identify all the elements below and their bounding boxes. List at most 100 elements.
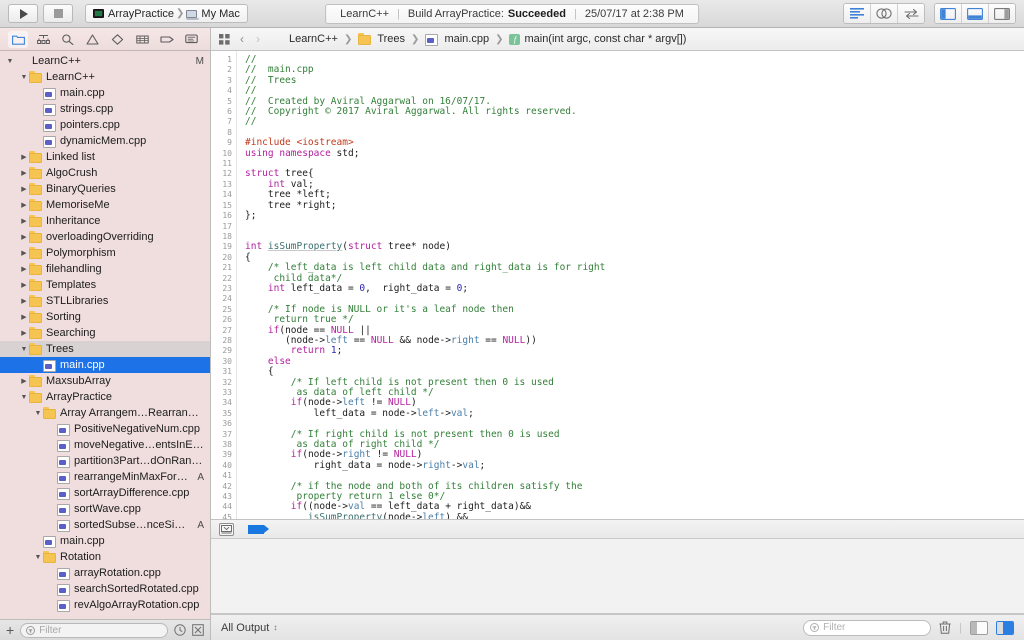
navigator-row[interactable]: sortedSubse…nceSize3.cpp A	[0, 517, 210, 533]
navigator-row[interactable]: revAlgoArrayRotation.cpp	[0, 597, 210, 613]
disclosure-triangle-icon[interactable]: ▶	[19, 265, 29, 273]
navigator-row[interactable]: dynamicMem.cpp	[0, 133, 210, 149]
source-control-filter-icon[interactable]	[192, 624, 204, 636]
navigator-row[interactable]: ▶ Polymorphism	[0, 245, 210, 261]
editor-mode-segmented[interactable]	[843, 3, 925, 24]
disclosure-triangle-icon[interactable]: ▶	[19, 169, 29, 177]
related-items-icon[interactable]	[219, 33, 230, 45]
disclosure-triangle-icon[interactable]: ▶	[19, 297, 29, 305]
disclosure-triangle-icon[interactable]: ▶	[19, 153, 29, 161]
assistant-editor-icon[interactable]	[871, 4, 898, 23]
tab-issue-navigator[interactable]	[83, 31, 103, 48]
show-console-view-button[interactable]	[996, 620, 1014, 635]
navigator-row[interactable]: ▶ Searching	[0, 325, 210, 341]
tab-project-navigator[interactable]	[8, 30, 29, 48]
navigator-row[interactable]: ▶ Linked list	[0, 149, 210, 165]
console-filter-field[interactable]: Filter	[803, 619, 932, 636]
navigator-row[interactable]: ▶ MaxsubArray	[0, 373, 210, 389]
navigator-row[interactable]: strings.cpp	[0, 101, 210, 117]
code-token: NULL	[388, 397, 411, 409]
navigator-filter-field[interactable]: Filter	[20, 622, 168, 638]
navigator-row[interactable]: ▼ LearnC++	[0, 69, 210, 85]
breadcrumb-item[interactable]: Trees	[358, 33, 405, 45]
activate-breakpoints-button[interactable]	[248, 524, 269, 534]
breadcrumb[interactable]: LearnC++ ❯ Trees ❯ main.cpp ❯ f main(int argc, …	[270, 33, 686, 46]
navigator-row[interactable]: ▶ overloadingOverriding	[0, 229, 210, 245]
navigate-back-button[interactable]: ‹	[238, 32, 246, 46]
disclosure-triangle-icon[interactable]: ▶	[19, 281, 29, 289]
navigate-forward-button[interactable]: ›	[254, 32, 262, 46]
disclosure-triangle-icon[interactable]: ▼	[33, 554, 43, 561]
disclosure-triangle-icon[interactable]: ▶	[19, 201, 29, 209]
navigator-row[interactable]: ▶ filehandling	[0, 261, 210, 277]
stop-button[interactable]	[43, 4, 73, 23]
tab-breakpoint-navigator[interactable]	[157, 31, 177, 48]
navigator-row[interactable]: sortWave.cpp	[0, 501, 210, 517]
show-variables-view-button[interactable]	[970, 620, 988, 635]
navigator-row[interactable]: arrayRotation.cpp	[0, 565, 210, 581]
version-editor-icon[interactable]	[898, 4, 924, 23]
navigator-row[interactable]: rearrangeMinMaxForm.cpp A	[0, 469, 210, 485]
code-token: isSumProperty	[267, 241, 343, 253]
navigator-row[interactable]: main.cpp	[0, 357, 210, 373]
navigator-row[interactable]: ▼ Array Arrangem…Rearrangement	[0, 405, 210, 421]
scheme-selector[interactable]: ArrayPractice ❯ My Mac	[85, 4, 248, 23]
view-toggles-segmented[interactable]	[934, 3, 1016, 24]
navigator-row[interactable]: pointers.cpp	[0, 117, 210, 133]
toggle-inspector-button[interactable]	[989, 4, 1015, 23]
source-editor[interactable]: 1 2 3 4 5 6 7 8 9 10 11 12 13 14 15 16 17 18 19 20 21 22 23 24 2…	[211, 51, 1024, 519]
disclosure-triangle-icon[interactable]: ▶	[19, 377, 29, 385]
breadcrumb-item[interactable]: main.cpp	[425, 33, 489, 46]
disclosure-triangle-icon[interactable]: ▼	[19, 394, 29, 401]
navigator-row[interactable]: ▼ LearnC++ M	[0, 53, 210, 69]
navigator-row[interactable]: main.cpp	[0, 85, 210, 101]
code-content[interactable]: //// main.cpp// Trees//// Created by Avi…	[237, 51, 1024, 519]
tab-debug-navigator[interactable]	[132, 31, 152, 48]
tab-symbol-navigator[interactable]	[58, 31, 78, 48]
disclosure-triangle-icon[interactable]: ▶	[19, 185, 29, 193]
disclosure-triangle-icon[interactable]: ▶	[19, 249, 29, 257]
navigator-row[interactable]: moveNegative…entsInEnd.cpp	[0, 437, 210, 453]
console-output-area[interactable]	[211, 539, 1024, 614]
navigator-row[interactable]: ▼ Rotation	[0, 549, 210, 565]
breadcrumb-item[interactable]: LearnC++	[270, 33, 338, 46]
navigator-row[interactable]: partition3Part…dOnRange.cpp	[0, 453, 210, 469]
navigator-row[interactable]: ▼ Trees	[0, 341, 210, 357]
activity-status-bar[interactable]: LearnC++ | Build ArrayPractice: Succeede…	[325, 3, 699, 24]
navigator-row[interactable]: ▶ Sorting	[0, 309, 210, 325]
hide-debug-area-button[interactable]	[219, 522, 234, 536]
disclosure-triangle-icon[interactable]: ▶	[19, 217, 29, 225]
disclosure-triangle-icon[interactable]: ▶	[19, 313, 29, 321]
standard-editor-icon[interactable]	[844, 4, 871, 23]
navigator-row[interactable]: ▶ Templates	[0, 277, 210, 293]
breadcrumb-item[interactable]: f main(int argc, const char * argv[])	[509, 33, 686, 45]
navigator-row[interactable]: ▼ ArrayPractice	[0, 389, 210, 405]
trash-icon[interactable]	[939, 621, 951, 634]
navigator-row[interactable]: ▶ BinaryQueries	[0, 181, 210, 197]
toggle-debug-area-button[interactable]	[962, 4, 989, 23]
navigator-row[interactable]: ▶ Inheritance	[0, 213, 210, 229]
output-scope-label[interactable]: All Output	[221, 622, 269, 634]
recent-files-filter-icon[interactable]	[174, 624, 186, 636]
disclosure-triangle-icon[interactable]: ▼	[19, 74, 29, 81]
tab-source-control-navigator[interactable]	[33, 31, 53, 48]
navigator-row[interactable]: main.cpp	[0, 533, 210, 549]
tab-test-navigator[interactable]	[107, 31, 127, 48]
run-button[interactable]	[8, 4, 38, 23]
disclosure-triangle-icon[interactable]: ▶	[19, 329, 29, 337]
project-navigator-tree[interactable]: ▼ LearnC++ M ▼ LearnC++ main.cpp strings.cpp po…	[0, 51, 210, 619]
toggle-navigator-button[interactable]	[935, 4, 962, 23]
tab-report-navigator[interactable]	[182, 31, 202, 48]
navigator-row[interactable]: PositiveNegativeNum.cpp	[0, 421, 210, 437]
disclosure-triangle-icon[interactable]: ▶	[19, 233, 29, 241]
disclosure-triangle-icon[interactable]: ▼	[19, 346, 29, 353]
navigator-row[interactable]: searchSortedRotated.cpp	[0, 581, 210, 597]
disclosure-triangle-icon[interactable]: ▼	[5, 58, 15, 65]
disclosure-triangle-icon[interactable]: ▼	[33, 410, 43, 417]
add-file-button[interactable]: +	[6, 623, 14, 637]
navigator-row[interactable]: ▶ AlgoCrush	[0, 165, 210, 181]
navigator-row[interactable]: sortArrayDifference.cpp	[0, 485, 210, 501]
navigator-row[interactable]: ▶ MemoriseMe	[0, 197, 210, 213]
output-scope-stepper-icon[interactable]: ↕	[273, 623, 277, 632]
navigator-row[interactable]: ▶ STLLibraries	[0, 293, 210, 309]
